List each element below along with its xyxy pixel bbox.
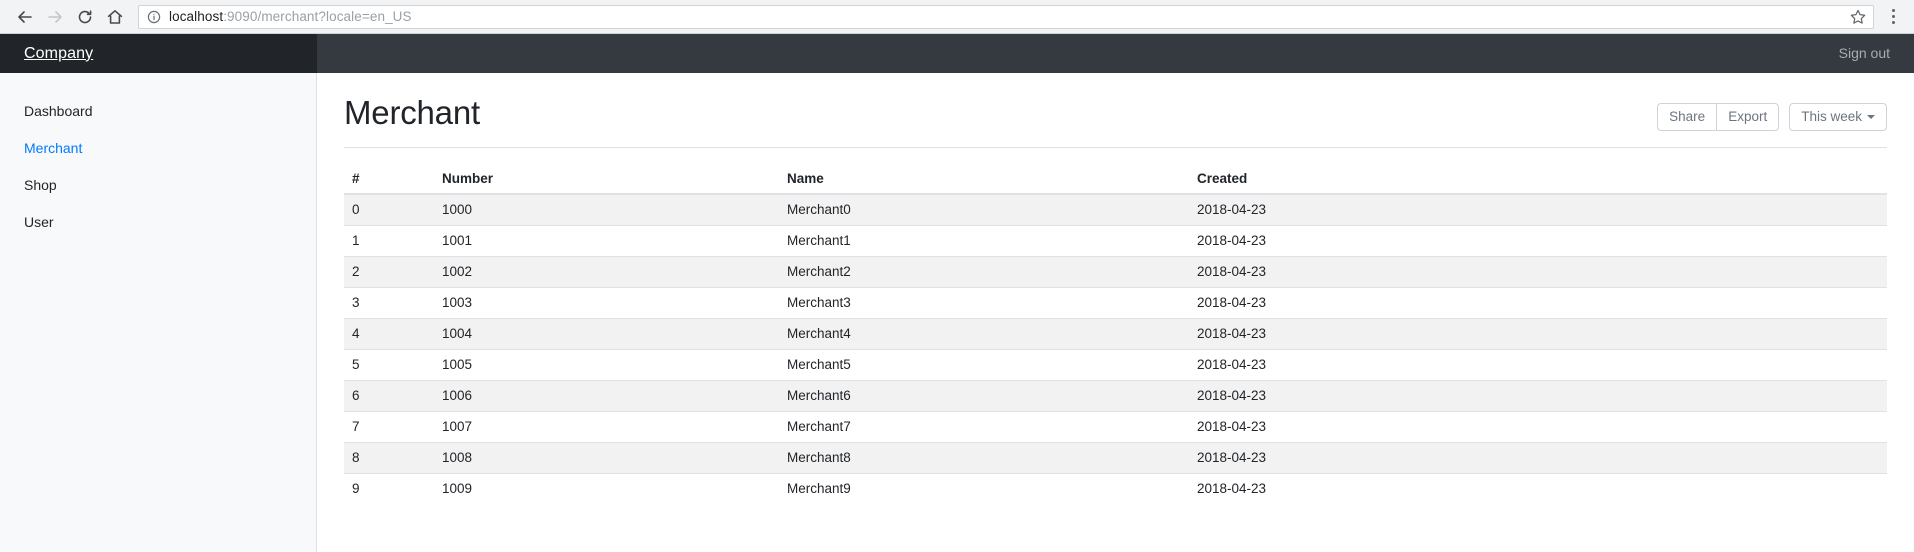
address-bar[interactable]: localhost:9090/merchant?locale=en_US bbox=[138, 5, 1874, 29]
page-header: Merchant Share Export This week bbox=[344, 93, 1887, 148]
cell-created: 2018-04-23 bbox=[1189, 443, 1887, 474]
cell-name: Merchant0 bbox=[779, 194, 1189, 226]
menu-dot bbox=[1892, 15, 1895, 18]
url-host: localhost bbox=[169, 9, 223, 24]
app-navbar: Company Sign out bbox=[0, 34, 1914, 73]
cell-name: Merchant6 bbox=[779, 381, 1189, 412]
cell-created: 2018-04-23 bbox=[1189, 226, 1887, 257]
cell-created: 2018-04-23 bbox=[1189, 381, 1887, 412]
cell-number: 1000 bbox=[434, 194, 779, 226]
navbar-brand[interactable]: Company bbox=[24, 45, 93, 63]
cell-index: 4 bbox=[344, 319, 434, 350]
address-bar-url: localhost:9090/merchant?locale=en_US bbox=[169, 9, 412, 24]
forward-icon bbox=[40, 2, 70, 32]
share-button[interactable]: Share bbox=[1657, 103, 1717, 131]
sidebar-item-merchant[interactable]: Merchant bbox=[0, 130, 316, 167]
page-info-icon[interactable] bbox=[147, 10, 161, 24]
cell-created: 2018-04-23 bbox=[1189, 350, 1887, 381]
share-export-button-group: Share Export bbox=[1657, 103, 1779, 131]
cell-index: 0 bbox=[344, 194, 434, 226]
cell-name: Merchant7 bbox=[779, 412, 1189, 443]
navbar-right: Sign out bbox=[1839, 45, 1914, 63]
chevron-down-icon bbox=[1867, 115, 1875, 119]
cell-name: Merchant3 bbox=[779, 288, 1189, 319]
date-range-dropdown-button[interactable]: This week bbox=[1789, 103, 1887, 131]
page-title: Merchant bbox=[344, 93, 480, 133]
table-head: # Number Name Created bbox=[344, 166, 1887, 194]
table-row[interactable]: 1 1001 Merchant1 2018-04-23 bbox=[344, 226, 1887, 257]
cell-number: 1006 bbox=[434, 381, 779, 412]
cell-index: 1 bbox=[344, 226, 434, 257]
cell-number: 1005 bbox=[434, 350, 779, 381]
cell-index: 6 bbox=[344, 381, 434, 412]
cell-created: 2018-04-23 bbox=[1189, 412, 1887, 443]
reload-icon[interactable] bbox=[70, 2, 100, 32]
column-header-number: Number bbox=[434, 166, 779, 194]
table-header-row: # Number Name Created bbox=[344, 166, 1887, 194]
sidebar-item-dashboard[interactable]: Dashboard bbox=[0, 93, 316, 130]
sidebar-item-shop[interactable]: Shop bbox=[0, 167, 316, 204]
cell-name: Merchant5 bbox=[779, 350, 1189, 381]
merchant-table: # Number Name Created 0 1000 Merchant0 2… bbox=[344, 166, 1887, 504]
main-content: Merchant Share Export This week # Number… bbox=[317, 73, 1914, 552]
home-icon[interactable] bbox=[100, 2, 130, 32]
browser-toolbar: localhost:9090/merchant?locale=en_US bbox=[0, 0, 1914, 34]
table-row[interactable]: 9 1009 Merchant9 2018-04-23 bbox=[344, 474, 1887, 505]
cell-created: 2018-04-23 bbox=[1189, 474, 1887, 505]
cell-number: 1009 bbox=[434, 474, 779, 505]
cell-name: Merchant8 bbox=[779, 443, 1189, 474]
cell-number: 1001 bbox=[434, 226, 779, 257]
table-row[interactable]: 7 1007 Merchant7 2018-04-23 bbox=[344, 412, 1887, 443]
cell-index: 7 bbox=[344, 412, 434, 443]
cell-index: 8 bbox=[344, 443, 434, 474]
app-body: Dashboard Merchant Shop User Merchant Sh… bbox=[0, 73, 1914, 552]
cell-name: Merchant9 bbox=[779, 474, 1189, 505]
column-header-index: # bbox=[344, 166, 434, 194]
table-row[interactable]: 4 1004 Merchant4 2018-04-23 bbox=[344, 319, 1887, 350]
cell-name: Merchant4 bbox=[779, 319, 1189, 350]
export-button[interactable]: Export bbox=[1716, 103, 1779, 131]
cell-number: 1007 bbox=[434, 412, 779, 443]
table-row[interactable]: 2 1002 Merchant2 2018-04-23 bbox=[344, 257, 1887, 288]
page-toolbar: Share Export This week bbox=[1657, 103, 1887, 131]
table-row[interactable]: 6 1006 Merchant6 2018-04-23 bbox=[344, 381, 1887, 412]
cell-index: 9 bbox=[344, 474, 434, 505]
cell-index: 5 bbox=[344, 350, 434, 381]
column-header-name: Name bbox=[779, 166, 1189, 194]
cell-number: 1002 bbox=[434, 257, 779, 288]
cell-created: 2018-04-23 bbox=[1189, 194, 1887, 226]
star-icon[interactable] bbox=[1849, 8, 1867, 26]
cell-created: 2018-04-23 bbox=[1189, 288, 1887, 319]
column-header-created: Created bbox=[1189, 166, 1887, 194]
sign-out-link[interactable]: Sign out bbox=[1839, 45, 1890, 61]
cell-number: 1008 bbox=[434, 443, 779, 474]
sidebar-item-user[interactable]: User bbox=[0, 204, 316, 241]
cell-name: Merchant1 bbox=[779, 226, 1189, 257]
table-row[interactable]: 5 1005 Merchant5 2018-04-23 bbox=[344, 350, 1887, 381]
date-range-label: This week bbox=[1801, 109, 1862, 124]
cell-index: 2 bbox=[344, 257, 434, 288]
cell-created: 2018-04-23 bbox=[1189, 257, 1887, 288]
url-path: :9090/merchant?locale=en_US bbox=[223, 9, 411, 24]
cell-index: 3 bbox=[344, 288, 434, 319]
menu-dot bbox=[1892, 9, 1895, 12]
table-body: 0 1000 Merchant0 2018-04-23 1 1001 Merch… bbox=[344, 194, 1887, 504]
navbar-brand-container: Company bbox=[0, 34, 317, 73]
table-row[interactable]: 3 1003 Merchant3 2018-04-23 bbox=[344, 288, 1887, 319]
back-icon[interactable] bbox=[10, 2, 40, 32]
three-dot-menu-icon[interactable] bbox=[1882, 9, 1904, 24]
cell-created: 2018-04-23 bbox=[1189, 319, 1887, 350]
sidebar: Dashboard Merchant Shop User bbox=[0, 73, 317, 552]
menu-dot bbox=[1892, 21, 1895, 24]
cell-name: Merchant2 bbox=[779, 257, 1189, 288]
cell-number: 1003 bbox=[434, 288, 779, 319]
table-row[interactable]: 8 1008 Merchant8 2018-04-23 bbox=[344, 443, 1887, 474]
cell-number: 1004 bbox=[434, 319, 779, 350]
table-row[interactable]: 0 1000 Merchant0 2018-04-23 bbox=[344, 194, 1887, 226]
